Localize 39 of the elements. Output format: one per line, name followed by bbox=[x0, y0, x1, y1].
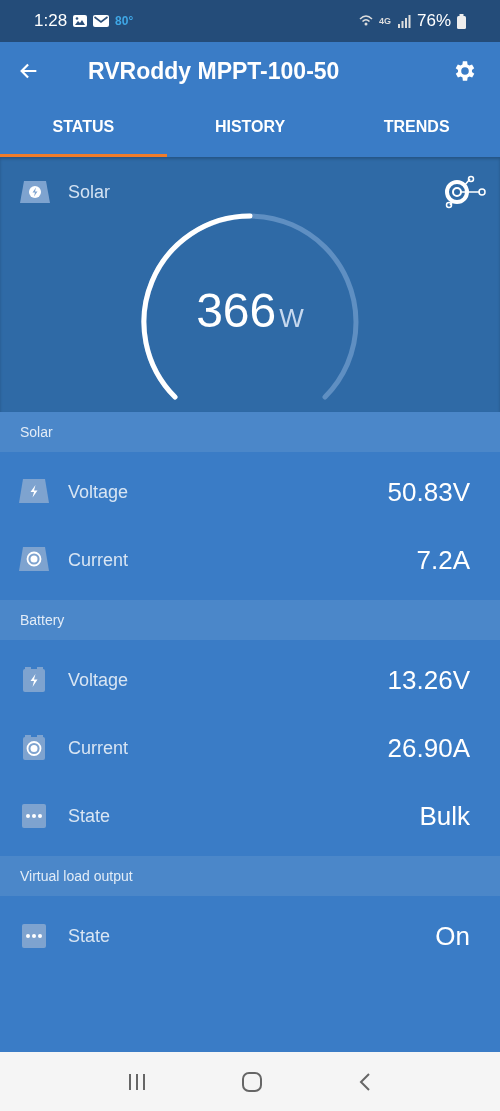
mail-icon bbox=[93, 15, 110, 27]
row-label: State bbox=[68, 805, 112, 827]
back-icon[interactable] bbox=[357, 1071, 373, 1092]
solar-panel-current-icon bbox=[19, 547, 49, 573]
recent-apps-icon[interactable] bbox=[127, 1072, 147, 1091]
row-value: Bulk bbox=[419, 800, 470, 832]
row-value: 26.90A bbox=[387, 732, 470, 764]
tab[interactable]: HISTORY bbox=[166, 100, 334, 157]
signal-icon bbox=[396, 14, 411, 28]
power-value: 366 bbox=[196, 283, 277, 338]
section-header: Virtual load output bbox=[0, 856, 500, 896]
section-header: Battery bbox=[0, 600, 500, 640]
image-icon bbox=[73, 15, 88, 27]
network-type: 4G bbox=[378, 16, 391, 26]
section-header: Solar bbox=[0, 412, 500, 452]
temperature: 80° bbox=[115, 14, 134, 28]
more-dots-icon bbox=[19, 803, 49, 829]
row-label: Current bbox=[68, 549, 130, 571]
row-label: Current bbox=[68, 737, 130, 759]
battery-percent: 76% bbox=[416, 11, 451, 31]
row-label: State bbox=[68, 925, 112, 947]
clock-time: 1:28 bbox=[34, 11, 68, 31]
network-nodes-icon[interactable] bbox=[444, 175, 486, 209]
home-icon[interactable] bbox=[241, 1070, 263, 1093]
row-value: On bbox=[435, 920, 470, 952]
battery-icon bbox=[457, 13, 466, 29]
more-dots-icon bbox=[19, 923, 49, 949]
row-label: Voltage bbox=[68, 669, 130, 691]
row-label: Voltage bbox=[68, 481, 130, 503]
screen-title: RVRoddy MPPT-100-50 bbox=[88, 57, 341, 85]
gauge-label: Solar bbox=[68, 181, 111, 203]
solar-panel-icon bbox=[20, 181, 50, 203]
row-value: 50.83V bbox=[387, 476, 470, 508]
row-value: 7.2A bbox=[416, 544, 470, 576]
solar-panel-bolt-icon bbox=[19, 479, 49, 505]
power-unit: W bbox=[279, 303, 304, 334]
wifi-icon bbox=[358, 14, 373, 28]
row-value: 13.26V bbox=[387, 664, 470, 696]
tab[interactable]: TRENDS bbox=[333, 100, 500, 157]
